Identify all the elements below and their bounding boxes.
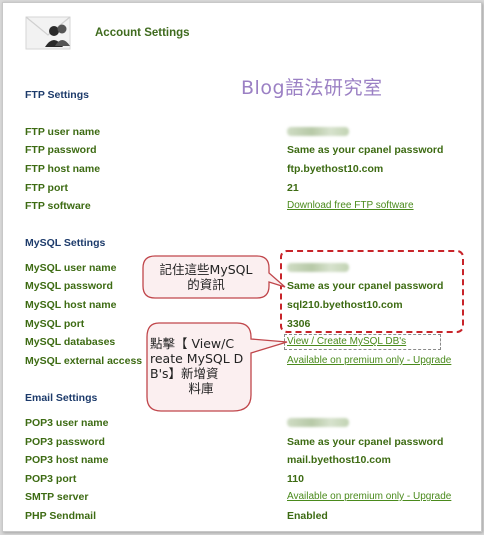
ftp-port-value: 21 bbox=[287, 182, 299, 194]
mysql-databases-label: MySQL databases bbox=[25, 336, 116, 348]
users-envelope-icon bbox=[25, 16, 71, 50]
ftp-password-value: Same as your cpanel password bbox=[287, 144, 444, 156]
ftp-user-name-value-redacted bbox=[287, 127, 349, 136]
callout-1-line-2: 的資訊 bbox=[187, 277, 225, 292]
pop3-user-name-label: POP3 user name bbox=[25, 417, 109, 429]
ftp-port-label: FTP port bbox=[25, 182, 68, 194]
ftp-user-name-label: FTP user name bbox=[25, 126, 101, 138]
watermark-text: Blog語法研究室 bbox=[241, 77, 383, 99]
php-sendmail-label: PHP Sendmail bbox=[25, 510, 96, 522]
pop3-host-name-value: mail.byethost10.com bbox=[287, 454, 391, 466]
mysql-password-label: MySQL password bbox=[25, 280, 113, 292]
smtp-upgrade-link[interactable]: Available on premium only - Upgrade bbox=[287, 491, 451, 502]
callout-2-line-4: 料庫 bbox=[188, 381, 214, 396]
pop3-password-value: Same as your cpanel password bbox=[287, 436, 444, 448]
download-ftp-software-link[interactable]: Download free FTP software bbox=[287, 200, 414, 211]
mysql-external-access-label: MySQL external access bbox=[25, 355, 143, 367]
mysql-info-highlight bbox=[280, 250, 464, 333]
pop3-user-name-value-redacted bbox=[287, 418, 349, 427]
pop3-port-value: 110 bbox=[287, 473, 304, 485]
ftp-password-label: FTP password bbox=[25, 144, 97, 156]
pop3-port-label: POP3 port bbox=[25, 473, 77, 485]
callout-2-line-2: reate MySQL D bbox=[150, 351, 244, 366]
callout-2-text: 點擊【 View/C reate MySQL D B's】新增資 料庫 bbox=[148, 336, 252, 396]
callout-1-line-1: 記住這些MySQL bbox=[159, 262, 253, 277]
email-settings-title: Email Settings bbox=[25, 392, 98, 404]
callout-2-line-3: B's】新增資 bbox=[150, 366, 219, 381]
pop3-password-label: POP3 password bbox=[25, 436, 105, 448]
account-settings-panel: Account Settings Blog語法研究室 FTP Settings … bbox=[2, 2, 482, 532]
php-sendmail-value: Enabled bbox=[287, 510, 328, 522]
mysql-host-name-label: MySQL host name bbox=[25, 299, 117, 311]
mysql-port-label: MySQL port bbox=[25, 318, 85, 330]
mysql-settings-title: MySQL Settings bbox=[25, 237, 106, 249]
callout-1-text: 記住這些MySQL 的資訊 bbox=[144, 262, 268, 292]
ftp-host-name-label: FTP host name bbox=[25, 163, 101, 175]
ftp-settings-title: FTP Settings bbox=[25, 89, 89, 101]
pop3-host-name-label: POP3 host name bbox=[25, 454, 109, 466]
mysql-upgrade-link[interactable]: Available on premium only - Upgrade bbox=[287, 355, 451, 366]
callout-2-line-1: 點擊【 View/C bbox=[150, 336, 235, 351]
mysql-user-name-label: MySQL user name bbox=[25, 262, 117, 274]
ftp-software-label: FTP software bbox=[25, 200, 91, 212]
mysql-db-link-highlight bbox=[284, 334, 441, 350]
ftp-host-name-value: ftp.byethost10.com bbox=[287, 163, 384, 175]
page-title: Account Settings bbox=[95, 27, 190, 39]
smtp-server-label: SMTP server bbox=[25, 491, 89, 503]
